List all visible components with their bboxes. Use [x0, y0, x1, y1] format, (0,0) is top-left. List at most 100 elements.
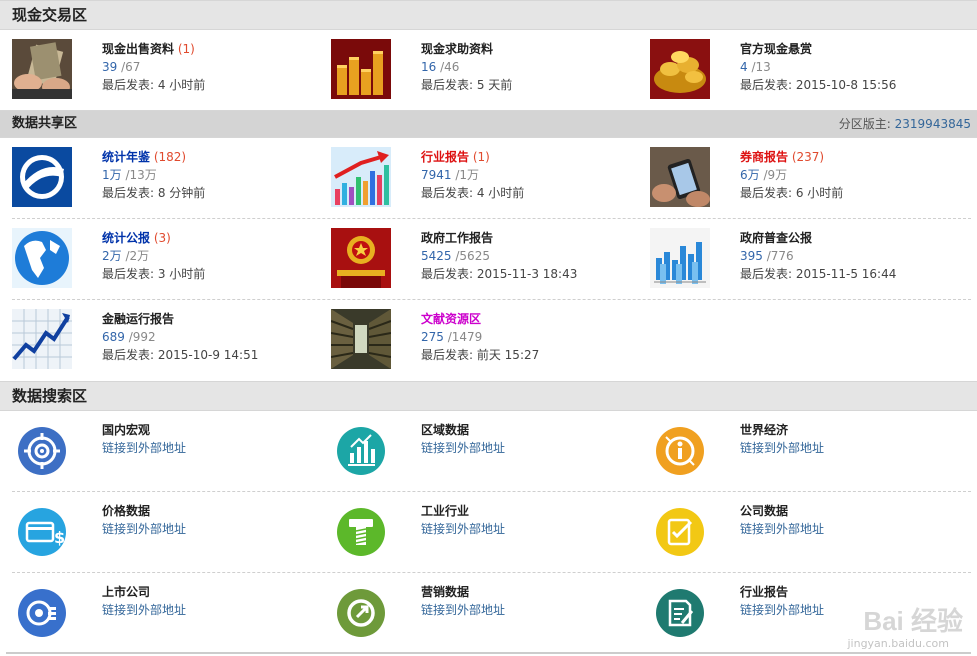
forum-name[interactable]: 行业报告 — [421, 150, 469, 164]
search-row-3: 上市公司 链接到外部地址 营销数据 链接到外部地址 行业报告 链接到外部地址 — [12, 573, 971, 653]
last-post-link[interactable]: 2015-11-3 18:43 — [477, 267, 578, 281]
stock-line-icon[interactable] — [12, 309, 72, 369]
search-item-name[interactable]: 营销数据 — [421, 585, 469, 599]
share-row-3: 金融运行报告 689 /992 最后发表: 2015-10-9 14:51 文献… — [12, 300, 971, 380]
post-count: /13万 — [125, 168, 157, 182]
tablet-hand-photo-icon[interactable] — [650, 147, 710, 207]
moderator-info: 分区版主: 2319943845 — [839, 111, 971, 137]
last-post-label: 最后发表: — [740, 267, 796, 281]
last-post-link[interactable]: 2015-10-9 14:51 — [158, 348, 259, 362]
section-title-cash: 现金交易区 — [12, 6, 88, 24]
last-post-label: 最后发表: — [421, 186, 477, 200]
money-hands-photo-icon[interactable] — [12, 39, 72, 99]
target-icon[interactable] — [18, 427, 66, 475]
search-item-name[interactable]: 价格数据 — [102, 504, 150, 518]
last-post-label: 最后发表: — [740, 78, 796, 92]
watermark-url: jingyan.baidu.com — [847, 637, 949, 650]
post-count: /13 — [751, 60, 771, 74]
share-row-1: 统计年鉴 (182) 1万 /13万 最后发表: 8 分钟前 行业报告 (1) … — [12, 138, 971, 219]
cash-row: 现金出售资料 (1) 39 /67 最后发表: 4 小时前 现金求助资料 16 … — [12, 30, 971, 110]
stats-logo-icon[interactable] — [12, 147, 72, 207]
3d-bars-icon[interactable] — [650, 228, 710, 288]
last-post-link[interactable]: 3 小时前 — [158, 267, 205, 281]
library-photo-icon[interactable] — [331, 309, 391, 369]
forum-name[interactable]: 现金出售资料 — [102, 42, 174, 56]
thread-count: 5425 — [421, 249, 452, 263]
search-item-name[interactable]: 世界经济 — [740, 423, 788, 437]
external-link[interactable]: 链接到外部地址 — [102, 522, 186, 536]
last-post-link[interactable]: 6 小时前 — [796, 186, 843, 200]
last-post-link[interactable]: 5 天前 — [477, 78, 512, 92]
national-emblem-icon[interactable] — [331, 228, 391, 288]
external-link[interactable]: 链接到外部地址 — [102, 603, 186, 617]
forum-name[interactable]: 文献资源区 — [421, 312, 481, 326]
external-link[interactable]: 链接到外部地址 — [740, 522, 824, 536]
coins-disc-icon[interactable] — [18, 589, 66, 637]
forum-name[interactable]: 政府工作报告 — [421, 231, 493, 245]
thread-count: 4 — [740, 60, 748, 74]
section-header-cash: 现金交易区 — [0, 0, 977, 30]
external-link[interactable]: 链接到外部地址 — [102, 441, 186, 455]
forum-name[interactable]: 现金求助资料 — [421, 42, 493, 56]
last-post-label: 最后发表: — [102, 267, 158, 281]
external-link[interactable]: 链接到外部地址 — [421, 603, 505, 617]
post-count: /2万 — [125, 249, 150, 263]
forum-name[interactable]: 统计公报 — [102, 231, 150, 245]
forum-name[interactable]: 统计年鉴 — [102, 150, 150, 164]
external-link[interactable]: 链接到外部地址 — [740, 441, 824, 455]
forum-name[interactable]: 政府普查公报 — [740, 231, 812, 245]
forum-name[interactable]: 券商报告 — [740, 150, 788, 164]
thread-count: 2万 — [102, 249, 122, 263]
moderator-label: 分区版主: — [838, 117, 895, 131]
thread-count: 39 — [102, 60, 118, 74]
svg-text:$: $ — [54, 528, 65, 547]
search-row-2: $ 价格数据 链接到外部地址 工业行业 链接到外部地址 公司数据 链接到外部地址 — [12, 492, 971, 573]
section-header-share: 数据共享区 分区版主: 2319943845 — [0, 110, 977, 138]
bar-chart-arrow-icon[interactable] — [331, 147, 391, 207]
document-edit-icon[interactable] — [656, 589, 704, 637]
post-count: /9万 — [763, 168, 788, 182]
info-globe-icon[interactable] — [656, 427, 704, 475]
external-link[interactable]: 链接到外部地址 — [421, 441, 505, 455]
last-post-link[interactable]: 2015-10-8 15:56 — [796, 78, 897, 92]
thread-count: 395 — [740, 249, 763, 263]
forum-name[interactable]: 金融运行报告 — [102, 312, 174, 326]
thread-count: 7941 — [421, 168, 452, 182]
last-post-link[interactable]: 4 小时前 — [477, 186, 524, 200]
moderator-link[interactable]: 2319943845 — [895, 117, 971, 131]
baidu-watermark: Bai 经验 — [863, 606, 963, 636]
search-item-name[interactable]: 区域数据 — [421, 423, 469, 437]
thread-count: 1万 — [102, 168, 122, 182]
last-post-link[interactable]: 2015-11-5 16:44 — [796, 267, 897, 281]
search-item-name[interactable]: 公司数据 — [740, 504, 788, 518]
last-post-label: 最后发表: — [102, 348, 158, 362]
search-row-1: 国内宏观 链接到外部地址 区域数据 链接到外部地址 世界经济 链接到外部地址 — [12, 411, 971, 492]
search-item-name[interactable]: 上市公司 — [102, 585, 150, 599]
thread-count: 6万 — [740, 168, 760, 182]
search-item-name[interactable]: 国内宏观 — [102, 423, 150, 437]
post-count: /776 — [766, 249, 794, 263]
last-post-link[interactable]: 4 小时前 — [158, 78, 205, 92]
refresh-arrow-icon[interactable] — [337, 589, 385, 637]
today-count: (1) — [472, 150, 490, 164]
search-item-name[interactable]: 行业报告 — [740, 585, 788, 599]
coin-stacks-photo-icon[interactable] — [331, 39, 391, 99]
card-dollar-icon[interactable]: $ — [18, 508, 66, 556]
post-count: /1万 — [455, 168, 480, 182]
search-item-name[interactable]: 工业行业 — [421, 504, 469, 518]
last-post-link[interactable]: 8 分钟前 — [158, 186, 205, 200]
globe-icon[interactable] — [12, 228, 72, 288]
screw-icon[interactable] — [337, 508, 385, 556]
last-post-label: 最后发表: — [102, 186, 158, 200]
last-post-label: 最后发表: — [102, 78, 158, 92]
last-post-label: 最后发表: — [421, 267, 477, 281]
external-link[interactable]: 链接到外部地址 — [421, 522, 505, 536]
gold-ingots-photo-icon[interactable] — [650, 39, 710, 99]
forum-name[interactable]: 官方现金悬赏 — [740, 42, 812, 56]
last-post-link[interactable]: 前天 15:27 — [477, 348, 539, 362]
last-post-label: 最后发表: — [421, 78, 477, 92]
external-link[interactable]: 链接到外部地址 — [740, 603, 824, 617]
bar-chart-icon[interactable] — [337, 427, 385, 475]
checklist-icon[interactable] — [656, 508, 704, 556]
thread-count: 16 — [421, 60, 437, 74]
